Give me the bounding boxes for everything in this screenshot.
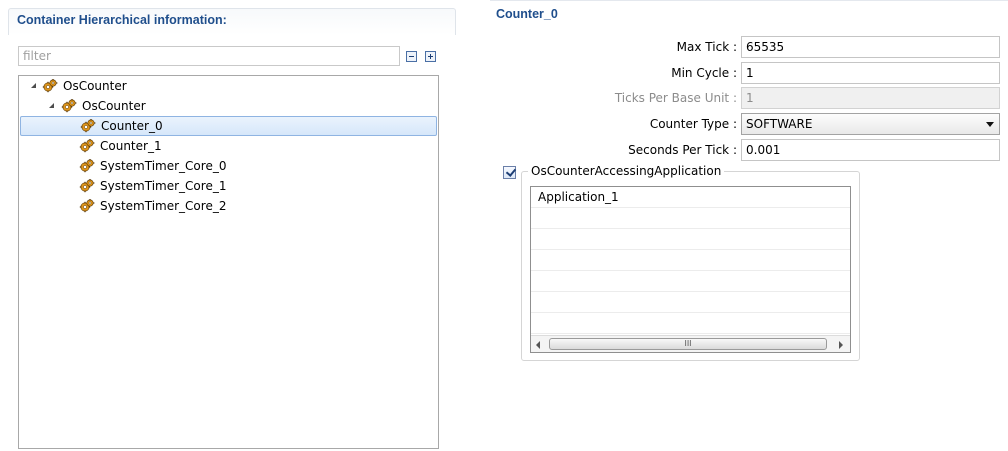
collapse-all-icon[interactable]: [406, 51, 417, 62]
table-row[interactable]: [531, 250, 850, 271]
table-row[interactable]: [531, 229, 850, 250]
scroll-right-icon[interactable]: [833, 337, 847, 352]
application-table[interactable]: Application_1: [530, 186, 851, 353]
tree-item-label: Counter_1: [100, 139, 162, 153]
gear-icon: [79, 138, 95, 154]
gear-icon: [42, 78, 58, 94]
tree-view[interactable]: OsCounter OsCounter Counter_0 Counter_1 …: [18, 75, 439, 449]
seconds-per-tick-label: Seconds Per Tick :: [628, 143, 737, 157]
accessing-application-checkbox[interactable]: [503, 166, 517, 179]
max-tick-label: Max Tick :: [676, 40, 737, 54]
chevron-down-icon[interactable]: [986, 122, 994, 127]
tree-item-label: SystemTimer_Core_0: [100, 159, 227, 173]
panel-divider: [490, 0, 1008, 4]
checkmark-icon: [505, 166, 517, 177]
tree-item-systemtimer-core-2[interactable]: SystemTimer_Core_2: [19, 196, 438, 216]
tree-item-counter-0[interactable]: Counter_0: [20, 116, 437, 136]
expanded-arrow-icon[interactable]: [48, 102, 56, 110]
table-row[interactable]: [531, 313, 850, 334]
seconds-per-tick-field[interactable]: [741, 139, 1000, 161]
gear-icon: [79, 178, 95, 194]
container-hierarchy-panel: Container Hierarchical information: OsCo…: [0, 0, 456, 451]
max-tick-field[interactable]: [741, 36, 1000, 58]
scroll-left-icon[interactable]: [532, 337, 546, 352]
tree-item-systemtimer-core-0[interactable]: SystemTimer_Core_0: [19, 156, 438, 176]
min-cycle-label: Min Cycle :: [671, 66, 737, 80]
tree-item-oscounter[interactable]: OsCounter: [19, 96, 438, 116]
gear-icon: [61, 98, 77, 114]
accessing-application-label: OsCounterAccessingApplication: [528, 164, 725, 178]
gear-icon: [79, 158, 95, 174]
scroll-thumb[interactable]: III: [549, 338, 827, 350]
tree-item-oscounter-root[interactable]: OsCounter: [19, 76, 438, 96]
expand-all-icon[interactable]: [425, 51, 436, 62]
panel-title: Container Hierarchical information:: [17, 13, 227, 27]
details-title: Counter_0: [496, 7, 558, 21]
expanded-arrow-icon[interactable]: [30, 82, 38, 90]
table-row[interactable]: [531, 208, 850, 229]
tree-item-systemtimer-core-1[interactable]: SystemTimer_Core_1: [19, 176, 438, 196]
horizontal-scrollbar[interactable]: III: [531, 335, 850, 352]
tree-item-label: Counter_0: [101, 119, 163, 133]
counter-type-label: Counter Type :: [649, 117, 737, 131]
tree-item-label: SystemTimer_Core_2: [100, 199, 227, 213]
tree-item-label: OsCounter: [82, 99, 146, 113]
gear-icon: [79, 198, 95, 214]
min-cycle-field[interactable]: [741, 62, 1000, 84]
tree-item-counter-1[interactable]: Counter_1: [19, 136, 438, 156]
counter-type-value: SOFTWARE: [746, 117, 813, 131]
counter-type-dropdown[interactable]: SOFTWARE: [741, 113, 1000, 135]
ticks-per-base-unit-field: [741, 87, 1000, 109]
gear-icon: [80, 118, 96, 134]
filter-input[interactable]: [18, 46, 400, 66]
table-row[interactable]: [531, 292, 850, 313]
table-row[interactable]: Application_1: [531, 187, 850, 208]
tree-item-label: SystemTimer_Core_1: [100, 179, 227, 193]
tree-item-label: OsCounter: [63, 79, 127, 93]
table-row[interactable]: [531, 271, 850, 292]
ticks-per-base-unit-label: Ticks Per Base Unit :: [614, 91, 737, 105]
table-cell: Application_1: [538, 190, 619, 204]
